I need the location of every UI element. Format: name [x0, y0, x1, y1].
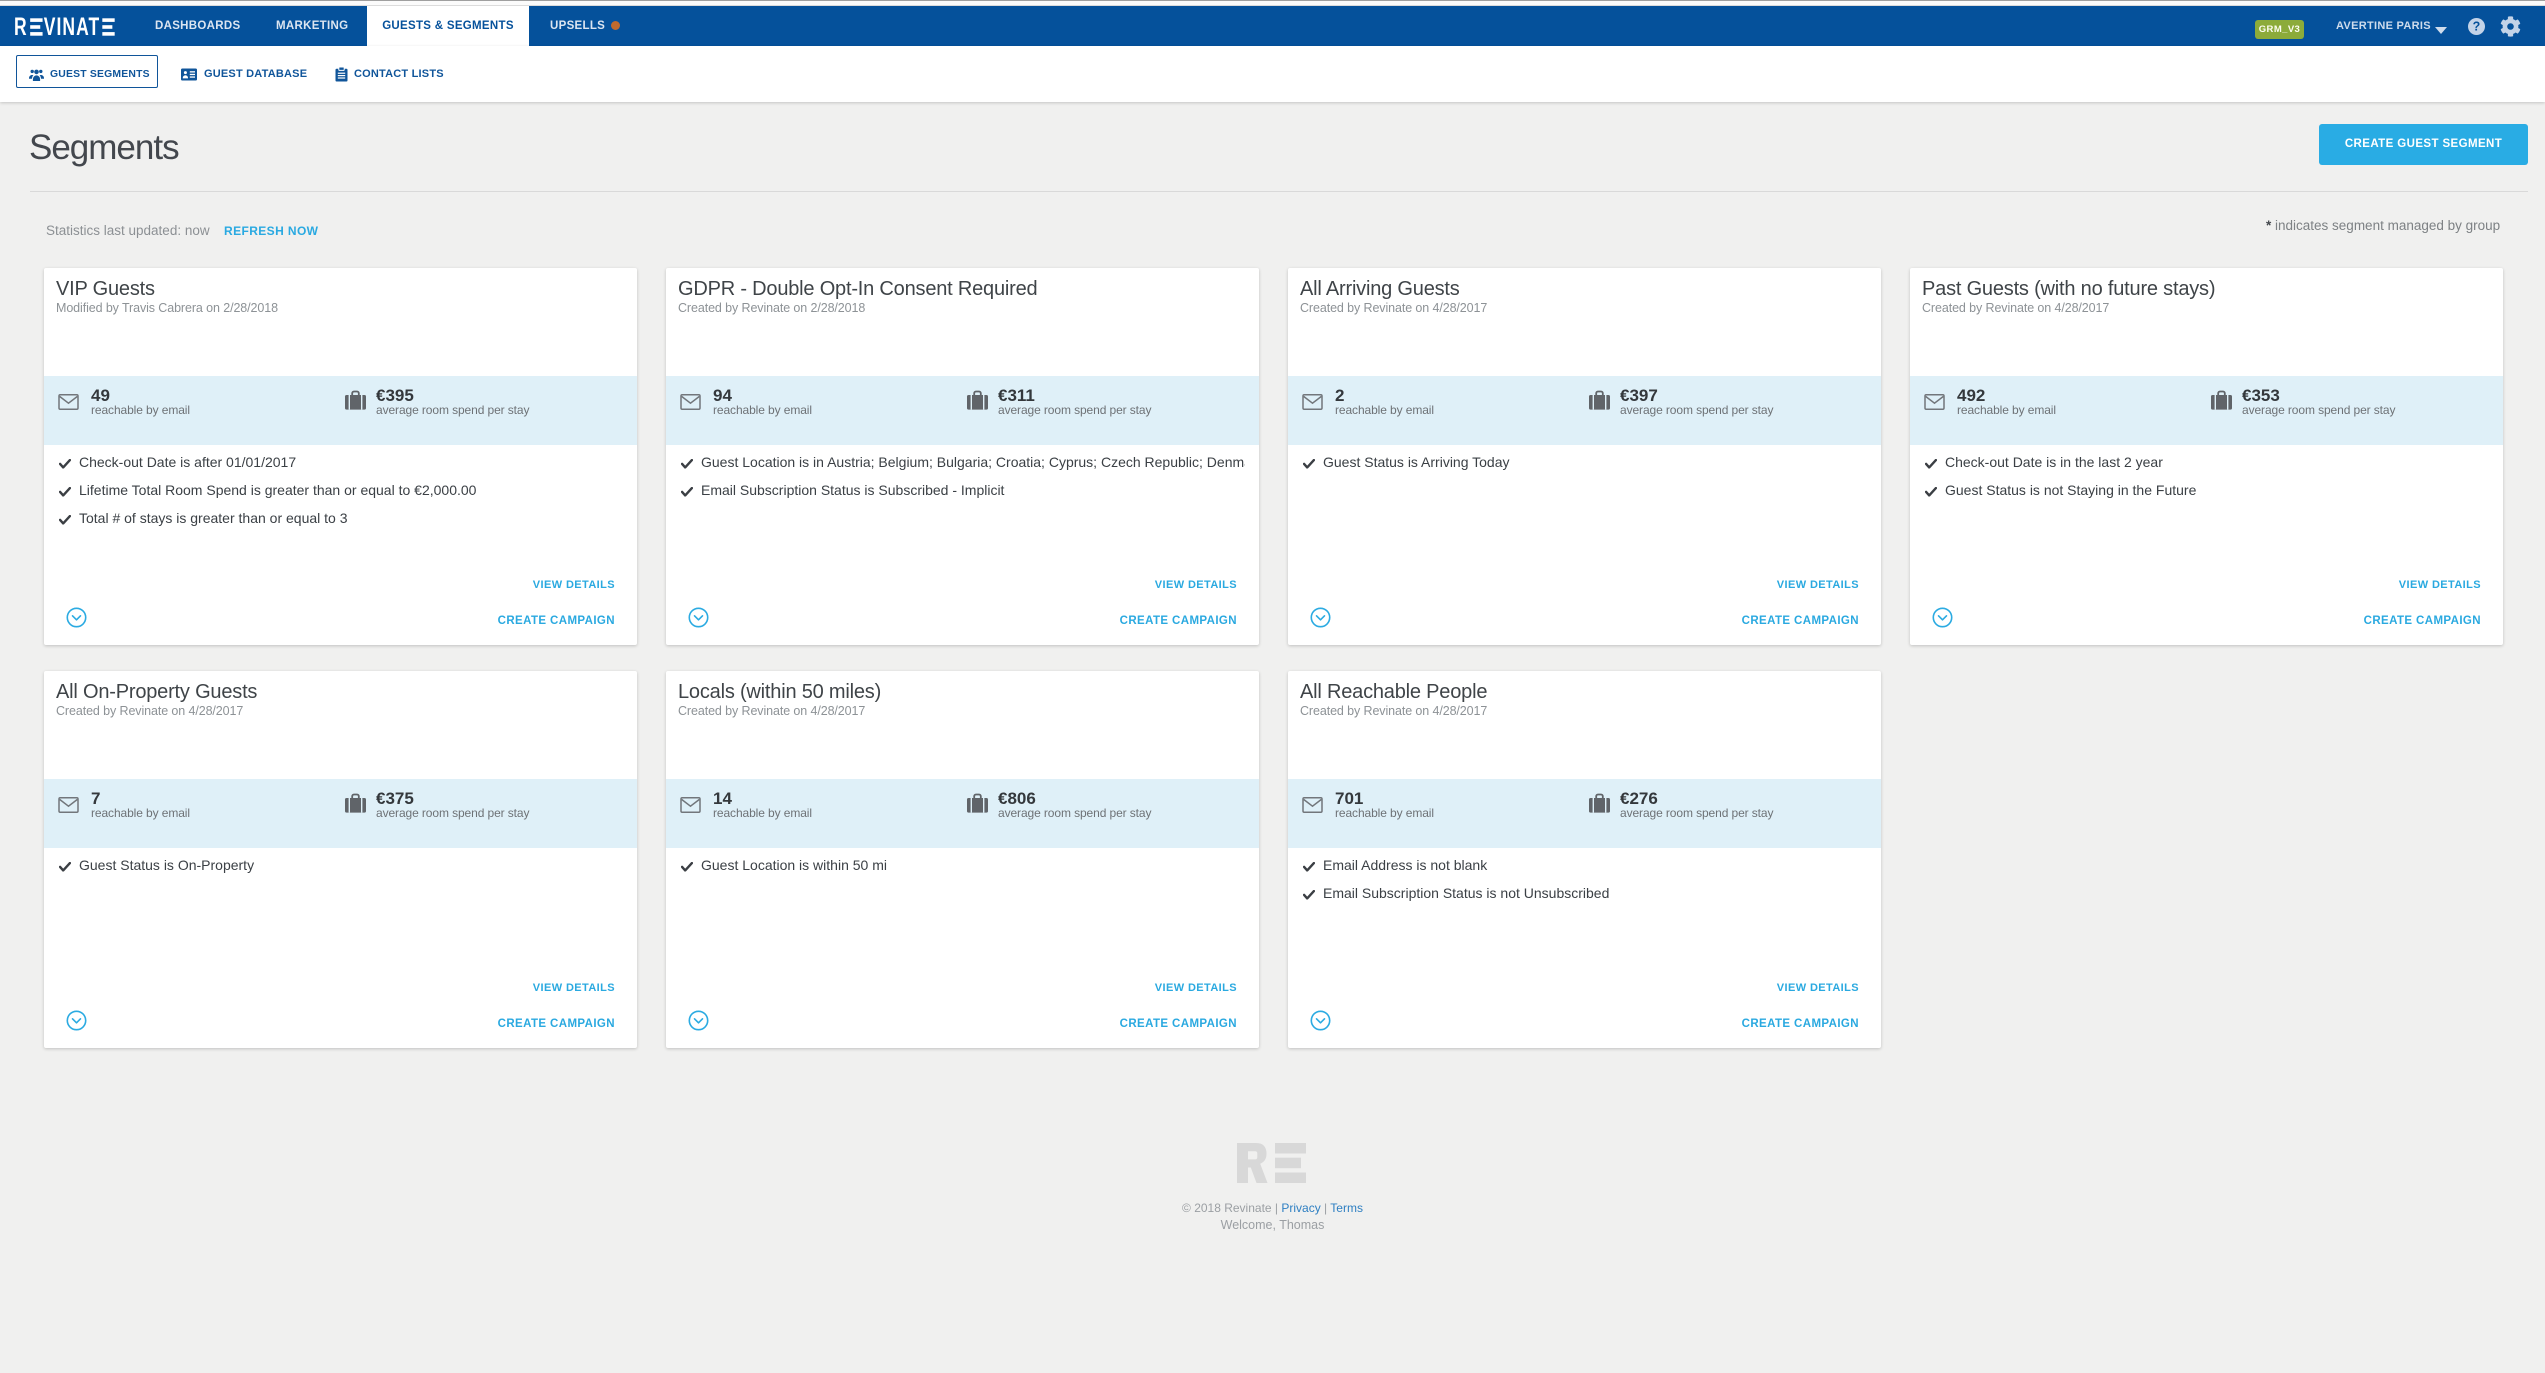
svg-text:?: ? [2473, 20, 2481, 34]
